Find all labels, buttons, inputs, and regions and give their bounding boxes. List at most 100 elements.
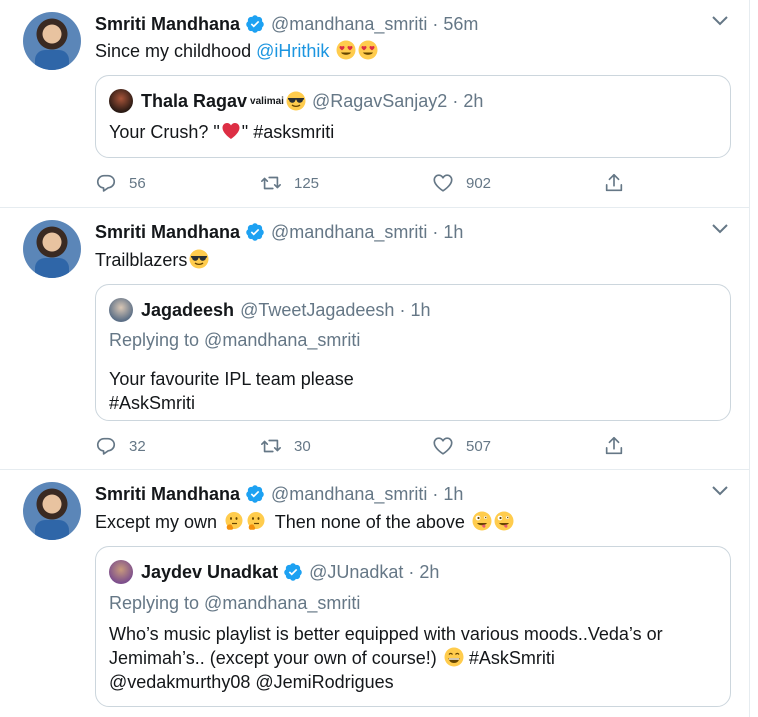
sunglasses-emoji-icon — [189, 249, 209, 269]
quoted-text-part: Your Crush? " — [109, 122, 220, 142]
verified-badge-icon — [246, 485, 264, 503]
quoted-avatar — [109, 298, 133, 322]
tweet-header: Smriti Mandhana @mandhana_smriti · 1h — [95, 221, 463, 243]
share-button[interactable] — [603, 434, 637, 458]
reply-count: 32 — [129, 437, 146, 455]
chevron-down-icon[interactable] — [712, 486, 728, 496]
separator-dot: · — [408, 561, 415, 582]
reply-icon — [96, 174, 116, 192]
like-count: 902 — [466, 174, 492, 192]
retweet-icon — [261, 439, 281, 453]
tweet-time[interactable]: 56m — [443, 14, 478, 35]
quoted-tweet-time: 1h — [410, 299, 431, 320]
quoted-author-handle: @RagavSanjay2 — [311, 90, 448, 111]
author-handle[interactable]: @mandhana_smriti — [271, 14, 427, 35]
quoted-tweet-header: Jagadeesh @TweetJagadeesh · 1h — [109, 298, 430, 322]
author-handle[interactable]: @mandhana_smriti — [271, 222, 427, 243]
quoted-author-name: Thala Ragav — [141, 90, 248, 111]
red-heart-emoji-icon — [222, 123, 240, 139]
tweet-header: Smriti Mandhana @mandhana_smriti · 1h — [95, 483, 463, 505]
tweet-text-body: Since my childhood — [95, 41, 257, 61]
mention-link[interactable]: @iHrithik — [256, 41, 329, 61]
tweet-time[interactable]: 1h — [443, 484, 463, 505]
quoted-tweet-text-line: Jemimah’s.. (except your own of course!)… — [109, 646, 555, 670]
thinking-emoji-icon — [247, 512, 265, 530]
retweet-count: 30 — [294, 437, 311, 455]
sunglasses-emoji-icon — [286, 91, 306, 111]
tweet[interactable]: Smriti Mandhana @mandhana_smriti · 1h Ex… — [0, 470, 750, 717]
tweet-text-body: Except my own — [95, 512, 223, 532]
avatar[interactable] — [23, 220, 81, 278]
like-button[interactable]: 902 — [432, 171, 491, 195]
quoted-tweet-text-line: @vedakmurthy08 @JemiRodrigues — [109, 672, 394, 692]
chevron-down-icon[interactable] — [712, 16, 728, 26]
author-name[interactable]: Smriti Mandhana — [95, 222, 240, 243]
tweet-text-body: Trailblazers — [95, 250, 188, 270]
replying-to: Replying to @mandhana_smriti — [109, 330, 361, 350]
separator-dot: · — [452, 90, 459, 111]
tweet-text: Since my childhood @iHrithik — [95, 39, 378, 63]
reply-button[interactable]: 56 — [95, 171, 146, 195]
tweet[interactable]: Smriti Mandhana @mandhana_smriti · 1h Tr… — [0, 208, 750, 470]
quoted-avatar — [109, 89, 133, 113]
quoted-tweet-time: 2h — [463, 90, 484, 111]
author-name[interactable]: Smriti Mandhana — [95, 484, 240, 505]
quoted-tweet-header: Thala Ragav valimai @RagavSanjay2 · 2h — [109, 89, 483, 113]
tweet-actions: 56 125 902 — [95, 171, 635, 195]
quoted-tweet-time: 2h — [419, 561, 440, 582]
quoted-tweet-text-line: #AskSmriti — [109, 393, 196, 413]
retweet-button[interactable]: 30 — [260, 434, 311, 458]
replying-to: Replying to @mandhana_smriti — [109, 593, 361, 613]
reply-button[interactable]: 32 — [95, 434, 146, 458]
quoted-tweet[interactable]: Jaydev Unadkat @JUnadkat · 2h Replying t… — [95, 546, 731, 707]
zany-face-emoji-icon — [494, 511, 514, 531]
share-button[interactable] — [603, 171, 637, 195]
quoted-tweet-text: Your Crush? " " #asksmriti — [109, 120, 334, 144]
tweet-header: Smriti Mandhana @mandhana_smriti · 56m — [95, 13, 478, 35]
author-handle[interactable]: @mandhana_smriti — [271, 484, 427, 505]
timeline: Smriti Mandhana @mandhana_smriti · 56m S… — [0, 0, 750, 717]
separator-dot: · — [432, 483, 439, 504]
quoted-author-handle: @TweetJagadeesh — [240, 299, 395, 320]
separator-dot: · — [432, 221, 439, 242]
heart-icon — [433, 437, 453, 455]
verified-badge-icon — [246, 15, 264, 33]
verified-badge-icon — [246, 223, 264, 241]
tweet[interactable]: Smriti Mandhana @mandhana_smriti · 56m S… — [0, 0, 750, 208]
reply-count: 56 — [129, 174, 146, 192]
quoted-author-name: Jaydev Unadkat — [141, 561, 279, 582]
grinning-emoji-icon — [444, 647, 464, 667]
share-icon — [605, 173, 623, 192]
quoted-tweet[interactable]: Thala Ragav valimai @RagavSanjay2 · 2h Y… — [95, 75, 731, 158]
avatar[interactable] — [23, 482, 81, 540]
quoted-tweet-header: Jaydev Unadkat @JUnadkat · 2h — [109, 560, 439, 584]
author-name[interactable]: Smriti Mandhana — [95, 14, 240, 35]
avatar[interactable] — [23, 12, 81, 70]
thinking-emoji-icon — [225, 512, 243, 530]
quoted-text-part: " #asksmriti — [241, 122, 335, 142]
tweet-time[interactable]: 1h — [443, 222, 463, 243]
retweet-button[interactable]: 125 — [260, 171, 319, 195]
heart-eyes-emoji-icon — [336, 40, 356, 60]
separator-dot: · — [399, 299, 406, 320]
like-count: 507 — [466, 437, 492, 455]
heart-eyes-emoji-icon — [358, 40, 378, 60]
tweet-actions: 32 30 507 — [95, 434, 635, 458]
chevron-down-icon[interactable] — [712, 224, 728, 234]
heart-icon — [433, 174, 453, 192]
share-icon — [605, 436, 623, 455]
tweet-text-body: Then none of the above — [270, 512, 470, 532]
tweet-text: Trailblazers — [95, 248, 209, 272]
quoted-author-name-suffix: valimai — [250, 95, 284, 107]
quoted-tweet[interactable]: Jagadeesh @TweetJagadeesh · 1h Replying … — [95, 284, 731, 421]
like-button[interactable]: 507 — [432, 434, 491, 458]
retweet-icon — [261, 176, 281, 190]
quoted-text-part: Jemimah’s.. (except your own of course!) — [109, 648, 442, 668]
tweet-text: Except my own Then none of the above — [95, 510, 514, 534]
quoted-tweet-text-line: Who’s music playlist is better equipped … — [109, 624, 663, 644]
quoted-author-name: Jagadeesh — [141, 299, 235, 320]
quoted-author-handle: @JUnadkat — [309, 561, 404, 582]
reply-icon — [96, 437, 116, 455]
quoted-avatar — [109, 560, 133, 584]
quoted-tweet-text-line: Your favourite IPL team please — [109, 369, 354, 389]
